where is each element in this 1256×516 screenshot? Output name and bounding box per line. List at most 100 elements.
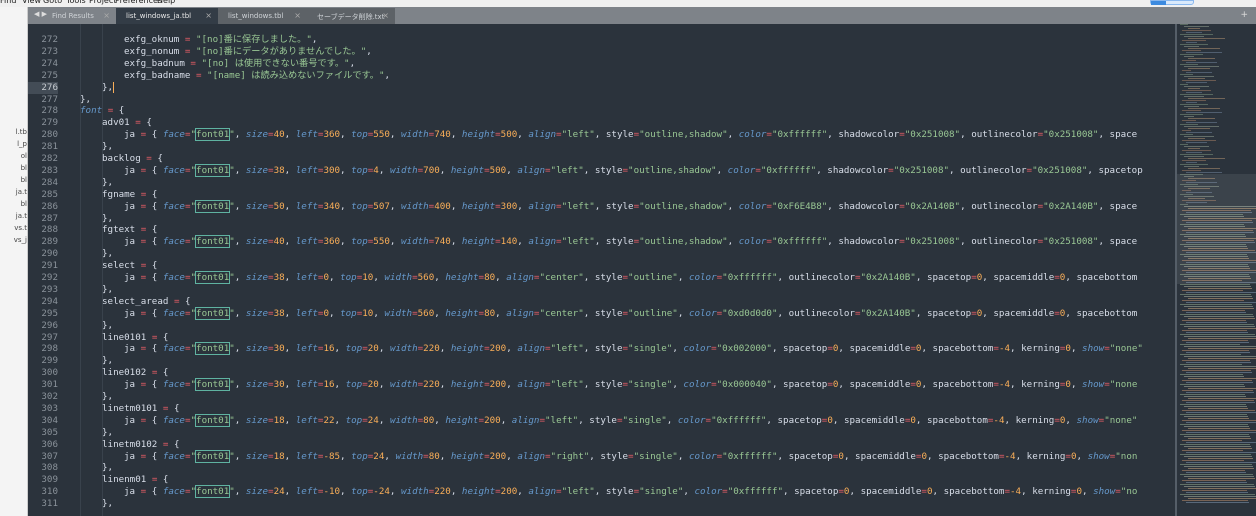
code-line[interactable]: adv01 = { [102, 117, 152, 129]
code-line[interactable]: linenm01 = { [102, 474, 168, 486]
sidebar-file-item[interactable]: l_p [17, 140, 27, 148]
code-line[interactable]: ja = { face="font01", size=40, left=360,… [124, 235, 1138, 249]
minimap-line [1180, 384, 1244, 385]
code-line[interactable]: ja = { face="font01", size=24, left=-10,… [124, 485, 1137, 499]
code-line[interactable]: line0102 = { [102, 367, 168, 379]
code-editor[interactable]: 272 273 274 275 276 277 278 279 280 281 282 283 284 2… [28, 24, 1175, 516]
code-line-text: }, [102, 391, 114, 402]
menu-item-project[interactable]: Project [89, 0, 116, 5]
code-line[interactable]: fgtext = { [102, 224, 157, 236]
tab-close-icon[interactable]: × [382, 11, 389, 20]
code-line[interactable]: ja = { face="font01", size=18, left=-85,… [124, 449, 1137, 463]
sidebar-file-item[interactable]: bl [21, 200, 27, 208]
minimap-line [1188, 458, 1253, 459]
tab-list_windows.tbl[interactable]: list_windows.tbl × [218, 8, 307, 24]
code-line[interactable]: ja = { face="font01", size=18, left=22, … [124, 413, 1137, 427]
minimap-line [1180, 394, 1245, 395]
menu-item-goto[interactable]: Goto [43, 0, 62, 5]
code-line[interactable]: ja = { face="font01", size=30, left=16, … [124, 342, 1143, 356]
sidebar-file-item[interactable]: vs.t [14, 224, 27, 232]
minimap-line [1180, 294, 1251, 295]
minimap-line [1180, 374, 1243, 375]
sidebar-file-item[interactable]: bl [21, 176, 27, 184]
minimap-line [1188, 338, 1256, 339]
minimap-line [1180, 104, 1208, 105]
minimap-line [1184, 66, 1219, 67]
code-line-text: }, [102, 212, 114, 224]
minimap[interactable] [1175, 24, 1256, 516]
code-line-text: fgname = { [102, 188, 158, 200]
code-line[interactable]: exfg_oknum = "[no]番に保存しました。", [124, 34, 317, 46]
code-line[interactable]: line0101 = { [102, 332, 168, 344]
sidebar-file-item[interactable]: bl [21, 164, 27, 172]
minimap-line [1186, 152, 1202, 153]
minimap-line [1180, 84, 1188, 85]
minimap-line [1182, 480, 1246, 481]
code-line[interactable]: ja = { face="font01", size=30, left=16, … [124, 378, 1137, 392]
code-line-text: ja = { face="font01", size=38, left=0, t… [124, 306, 1138, 320]
code-line[interactable]: }, [102, 248, 113, 260]
sidebar-file-item[interactable]: ol [21, 152, 27, 160]
sidebar-file-item[interactable]: l.tb [16, 128, 27, 136]
code-line[interactable]: }, [102, 320, 113, 332]
code-line-text: ja = { face="font01", size=40, left=360,… [124, 235, 1138, 249]
line-number: 285 [41, 188, 58, 200]
minimap-line [1180, 54, 1203, 55]
text-cursor [113, 81, 115, 93]
code-line[interactable]: ja = { face="font01", size=38, left=300,… [124, 163, 1143, 177]
code-line[interactable]: exfg_nonum = "[no]番にデータがありませんでした。", [124, 46, 372, 58]
code-line[interactable]: exfg_badnum = "[no] は使用できない番号です。", [124, 58, 355, 70]
code-line[interactable]: ja = { face="font01", size=38, left=0, t… [124, 306, 1138, 320]
tab-close-icon[interactable]: × [103, 11, 110, 20]
code-line[interactable]: }, [102, 427, 113, 439]
code-line[interactable]: exfg_badname = "[name] は読み込めないファイルです。", [124, 70, 390, 82]
code-line[interactable]: }, [102, 81, 115, 94]
minimap-line [1186, 402, 1255, 403]
menu-item-view[interactable]: View [22, 0, 41, 5]
minimap-line [1186, 92, 1202, 93]
minimap-line [1182, 420, 1256, 421]
minimap-viewport[interactable] [1176, 174, 1256, 284]
sidebar-file-item[interactable]: vs_j [14, 236, 27, 244]
minimap-line [1182, 410, 1255, 411]
tab-list_windows_ja.tbl[interactable]: list_windows_ja.tbl × [116, 8, 218, 24]
code-line[interactable]: backlog = { [102, 153, 163, 165]
minimap-line [1188, 418, 1249, 419]
line-number: 276 [28, 81, 58, 94]
code-line[interactable]: }, [102, 355, 113, 367]
code-line[interactable]: font = { [80, 105, 124, 117]
menu-item-preferences[interactable]: Preferences [115, 0, 162, 5]
tab-Find Results[interactable]: Find Results × [28, 8, 116, 24]
code-line[interactable]: }, [102, 213, 113, 225]
code-line[interactable]: select_aread = { [102, 296, 191, 308]
menu-item-help[interactable]: Help [157, 0, 175, 5]
code-line[interactable]: fgname = { [102, 189, 157, 201]
code-line[interactable]: ja = { face="font01", size=40, left=360,… [124, 128, 1137, 142]
code-line[interactable]: ja = { face="font01", size=38, left=0, t… [124, 271, 1137, 284]
minimap-line [1182, 460, 1244, 461]
minimap-line [1186, 172, 1222, 173]
vertical-scrollbar[interactable] [1175, 24, 1177, 516]
code-line[interactable]: linetm0102 = { [102, 439, 180, 451]
code-line[interactable]: ja = { face="font01", size=50, left=340,… [124, 199, 1137, 213]
code-line[interactable]: linetm0101 = { [102, 403, 180, 415]
tab-close-icon[interactable]: × [205, 11, 212, 20]
code-line[interactable]: }, [102, 177, 113, 189]
menu-item-tools[interactable]: Tools [66, 0, 86, 5]
code-line[interactable]: }, [102, 462, 113, 474]
top-right-toggle-button[interactable] [1150, 0, 1194, 5]
sidebar-file-item[interactable]: ja.t [16, 188, 27, 196]
code-line[interactable]: select = { [102, 260, 157, 272]
minimap-line [1184, 116, 1194, 117]
sidebar-file-item[interactable]: ja.t [16, 212, 27, 220]
tab-close-icon[interactable]: × [294, 11, 301, 20]
tab-セーブデータ削除.txt[interactable]: セーブデータ削除.txt × [307, 8, 395, 24]
code-line[interactable]: }, [102, 498, 113, 510]
minimap-line [1180, 364, 1242, 365]
menu-item-find[interactable]: Find [0, 0, 16, 5]
code-line[interactable]: }, [102, 391, 113, 403]
new-tab-plus-icon[interactable]: + [1240, 10, 1248, 20]
code-line[interactable]: }, [80, 94, 91, 106]
code-line[interactable]: }, [102, 284, 113, 296]
code-line[interactable]: }, [102, 141, 113, 153]
